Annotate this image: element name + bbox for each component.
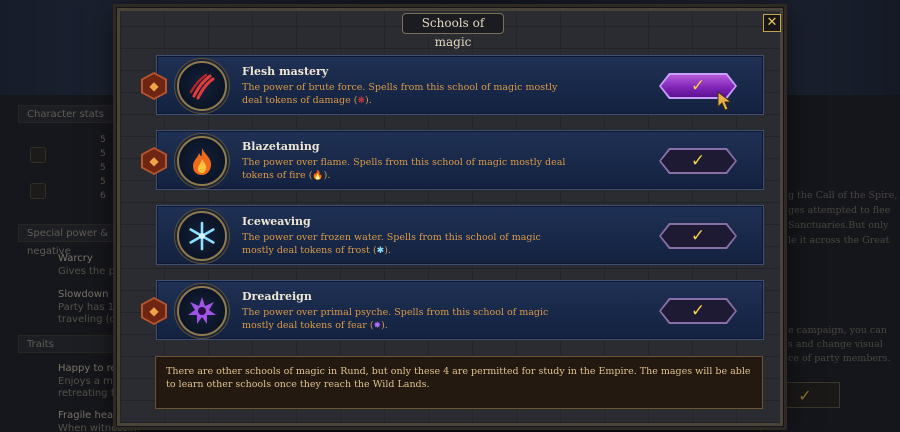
description-text: The power over frozen water. Spells from… — [242, 232, 541, 256]
claw-icon — [177, 61, 227, 111]
school-name: Blazetaming — [242, 140, 320, 153]
description-text: The power of brute force. Spells from th… — [242, 82, 558, 106]
claw-icon: ❋ — [357, 96, 366, 106]
snowflake-icon — [177, 211, 227, 261]
fear-icon: ✸ — [373, 321, 382, 331]
check-icon: ✓ — [690, 300, 706, 321]
fire-icon: 🔥 — [312, 171, 324, 181]
mouse-cursor-icon — [717, 91, 733, 111]
description-end: ). — [381, 320, 388, 331]
school-name: Dreadreign — [242, 290, 312, 303]
fire-icon — [177, 136, 227, 186]
dialog-title: Schools of magic — [402, 13, 504, 49]
close-icon: ✕ — [766, 15, 778, 30]
description-text: The power over primal psyche. Spells fro… — [242, 307, 549, 331]
close-button[interactable]: ✕ — [763, 14, 781, 32]
schools-of-magic-dialog: Schools of magic ✕ ◆ Flesh mastery The p… — [117, 8, 783, 426]
check-icon: ✓ — [690, 75, 706, 96]
school-row-dreadreign: ◆ Dreadreign The power over primal psych… — [141, 280, 764, 340]
description-end: ). — [365, 95, 372, 106]
check-icon: ✓ — [690, 150, 706, 171]
school-name: Iceweaving — [242, 215, 311, 228]
school-description: The power over frozen water. Spells from… — [242, 231, 572, 258]
school-name: Flesh mastery — [242, 65, 329, 78]
school-row-iceweaving: Iceweaving The power over frozen water. … — [156, 205, 764, 265]
fear-icon — [177, 286, 227, 336]
school-row-flesh-mastery: ◆ Flesh mastery The power of brute force… — [141, 55, 764, 115]
select-school-button[interactable]: ✓ — [659, 148, 737, 174]
school-description: The power of brute force. Spells from th… — [242, 81, 572, 108]
check-icon: ✓ — [690, 225, 706, 246]
description-end: ). — [323, 170, 331, 181]
select-school-button[interactable]: ✓ — [659, 223, 737, 249]
rank-badge-icon: ◆ — [141, 297, 167, 325]
select-school-button[interactable]: ✓ — [659, 298, 737, 324]
rank-badge-icon: ◆ — [141, 147, 167, 175]
school-description: The power over primal psyche. Spells fro… — [242, 306, 572, 333]
school-description: The power over flame. Spells from this s… — [242, 156, 572, 183]
description-text: The power over flame. Spells from this s… — [242, 157, 566, 181]
schools-info-note: There are other schools of magic in Rund… — [155, 356, 763, 409]
rank-badge-icon: ◆ — [141, 72, 167, 100]
school-row-blazetaming: ◆ Blazetaming The power over flame. Spel… — [141, 130, 764, 190]
description-end: ). — [384, 245, 391, 256]
